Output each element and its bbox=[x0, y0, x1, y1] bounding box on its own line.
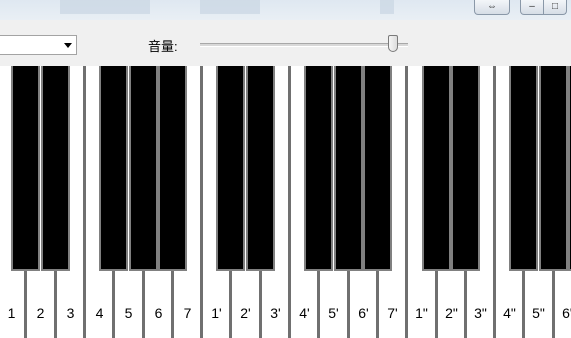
key-label: 3 bbox=[66, 305, 75, 321]
black-key[interactable] bbox=[451, 66, 480, 271]
title-blur bbox=[380, 0, 394, 14]
restore-icon: ⇔ bbox=[487, 1, 497, 12]
key-label: 7' bbox=[387, 305, 398, 321]
instrument-select[interactable] bbox=[0, 35, 77, 55]
black-key[interactable] bbox=[422, 66, 451, 271]
key-label: 6 bbox=[154, 305, 163, 321]
black-key[interactable] bbox=[99, 66, 128, 271]
volume-label: 音量: bbox=[148, 39, 178, 54]
key-label: 1' bbox=[211, 305, 222, 321]
window-title-bar: ⇔ – □ bbox=[0, 0, 571, 20]
volume-slider-thumb[interactable] bbox=[388, 35, 398, 52]
maximize-button[interactable]: □ bbox=[543, 0, 567, 15]
key-label: 6" bbox=[562, 305, 571, 321]
title-blur bbox=[200, 0, 260, 14]
maximize-icon: □ bbox=[551, 1, 559, 12]
black-key[interactable] bbox=[11, 66, 40, 271]
restore-window-button[interactable]: ⇔ bbox=[474, 0, 510, 15]
key-label: 1" bbox=[415, 305, 428, 321]
key-label: 5 bbox=[124, 305, 133, 321]
key-label: 2 bbox=[36, 305, 45, 321]
key-label: 1 bbox=[7, 305, 16, 321]
key-label: 2" bbox=[445, 305, 458, 321]
black-key[interactable] bbox=[246, 66, 275, 271]
key-label: 7 bbox=[183, 305, 192, 321]
chevron-down-icon[interactable] bbox=[64, 43, 72, 48]
minimize-button[interactable]: – bbox=[520, 0, 544, 15]
black-key[interactable] bbox=[363, 66, 392, 271]
title-blur bbox=[60, 0, 150, 14]
black-key[interactable] bbox=[129, 66, 158, 271]
minimize-icon: – bbox=[529, 1, 535, 12]
black-key[interactable] bbox=[216, 66, 245, 271]
toolbar: 音量: bbox=[0, 20, 571, 67]
black-key[interactable] bbox=[334, 66, 363, 271]
key-label: 3" bbox=[474, 305, 487, 321]
key-label: 4" bbox=[503, 305, 516, 321]
key-label: 4 bbox=[95, 305, 104, 321]
black-key[interactable] bbox=[539, 66, 568, 271]
piano-keyboard: 1 2 3 4 5 6 7 1' 2' 3' 4' 5' 6' 7' 1" 2" 3" 4" 5" 6" bbox=[0, 66, 571, 338]
key-label: 5' bbox=[328, 305, 339, 321]
black-key[interactable] bbox=[304, 66, 333, 271]
key-label: 6' bbox=[358, 305, 369, 321]
key-label: 5" bbox=[532, 305, 545, 321]
volume-slider-track[interactable] bbox=[200, 43, 408, 47]
key-label: 3' bbox=[270, 305, 281, 321]
black-key[interactable] bbox=[509, 66, 538, 271]
black-key[interactable] bbox=[41, 66, 70, 271]
black-key[interactable] bbox=[158, 66, 187, 271]
key-label: 2' bbox=[240, 305, 251, 321]
key-label: 4' bbox=[299, 305, 310, 321]
